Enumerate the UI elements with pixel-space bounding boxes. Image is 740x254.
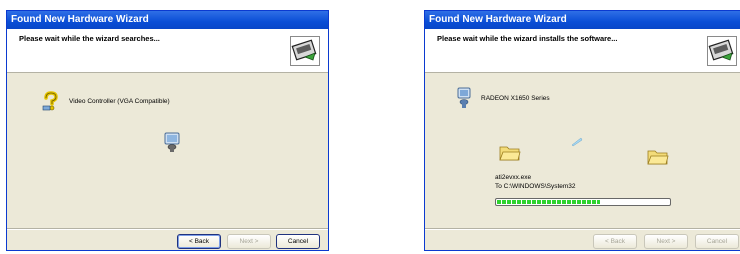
cancel-button[interactable]: Cancel xyxy=(276,234,320,249)
wizard-window-search: Found New Hardware Wizard Please wait wh… xyxy=(6,10,329,251)
button-separator xyxy=(7,228,328,230)
header-text: Please wait while the wizard searches... xyxy=(19,34,160,43)
flying-file-icon xyxy=(571,137,583,147)
wizard-header: Please wait while the wizard installs th… xyxy=(425,29,740,73)
header-text: Please wait while the wizard installs th… xyxy=(437,34,618,43)
wizard-window-install: Found New Hardware Wizard Please wait wh… xyxy=(424,10,740,251)
device-row: Video Controller (VGA Compatible) xyxy=(41,91,170,111)
device-name: Video Controller (VGA Compatible) xyxy=(69,97,170,105)
display-adapter-icon xyxy=(457,87,471,108)
source-folder-icon xyxy=(499,146,521,161)
file-copy-info: ati2evxx.exe To C:\WINDOWS\System32 xyxy=(495,173,576,191)
searching-computer-icon xyxy=(164,132,180,152)
device-row: RADEON X1650 Series xyxy=(455,87,550,109)
device-name: RADEON X1650 Series xyxy=(481,94,550,102)
destination-path: To C:\WINDOWS\System32 xyxy=(495,183,576,190)
back-button[interactable]: < Back xyxy=(593,234,637,249)
file-name: ati2evxx.exe xyxy=(495,174,532,181)
back-button[interactable]: < Back xyxy=(177,234,221,249)
button-separator xyxy=(425,228,740,230)
wizard-header: Please wait while the wizard searches... xyxy=(7,29,328,73)
window-title: Found New Hardware Wizard xyxy=(7,11,328,29)
window-title: Found New Hardware Wizard xyxy=(425,11,740,29)
destination-folder-icon xyxy=(647,150,669,165)
next-button[interactable]: Next > xyxy=(227,234,271,249)
hardware-wizard-icon xyxy=(290,36,320,66)
progress-fill xyxy=(497,200,601,204)
install-progress-bar xyxy=(495,198,671,206)
hardware-wizard-icon xyxy=(707,36,737,66)
next-button[interactable]: Next > xyxy=(644,234,688,249)
cancel-button[interactable]: Cancel xyxy=(695,234,739,249)
question-mark-icon xyxy=(42,91,58,111)
